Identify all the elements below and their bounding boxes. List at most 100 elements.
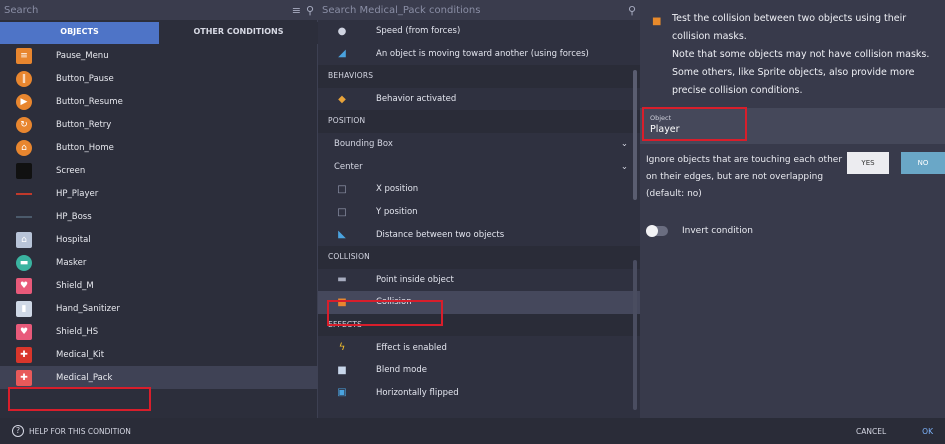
hospital-icon: ⌂ — [16, 231, 32, 248]
yes-button[interactable]: YES — [847, 152, 889, 174]
x-position-icon: □ — [337, 183, 347, 195]
kit-icon: ✚ — [16, 346, 32, 363]
condition-item[interactable]: □ Y position — [318, 201, 640, 224]
object-item-label: Hospital — [56, 234, 91, 245]
help-link[interactable]: ? HELP FOR THIS CONDITION — [0, 425, 856, 437]
object-item-label: Shield_HS — [56, 326, 99, 337]
condition-item[interactable]: ◣ Distance between two objects — [318, 223, 640, 246]
condition-item[interactable]: ▣ Horizontally flipped — [318, 382, 640, 405]
condition-item[interactable]: ◆ Behavior activated — [318, 88, 640, 111]
objects-panel: Search ≡ ⚲ OBJECTS OTHER CONDITIONS ≡ Pau… — [0, 0, 318, 418]
play-icon: ▶ — [16, 93, 32, 110]
condition-item[interactable]: ■ Blend mode — [318, 359, 640, 382]
ignore-edges-label: Ignore objects that are touching each ot… — [646, 155, 843, 199]
object-item-label: Pause_Menu — [56, 50, 109, 61]
behavior-icon: ◆ — [338, 93, 346, 105]
chevron-down-icon[interactable]: ⌄ — [621, 139, 628, 149]
object-item-label: Masker — [56, 257, 87, 268]
condition-group-label: Bounding Box — [334, 139, 393, 150]
pause-icon: ‖ — [16, 70, 32, 87]
tab-objects[interactable]: OBJECTS — [0, 22, 159, 44]
condition-item[interactable]: ϟ Effect is enabled — [318, 336, 640, 359]
mask-icon: ▬ — [16, 254, 32, 271]
invert-condition[interactable]: Invert condition — [646, 225, 753, 237]
shield-icon: ♥ — [16, 277, 32, 294]
conditions-search-bar[interactable]: Search Medical_Pack conditions ⚲ — [318, 0, 640, 20]
object-item[interactable]: HP_Boss — [0, 205, 318, 228]
object-item[interactable]: ▬ Masker — [0, 251, 318, 274]
condition-item[interactable]: □ X position — [318, 178, 640, 201]
condition-group-label: Center — [334, 161, 363, 172]
y-position-icon: □ — [337, 206, 347, 218]
objects-list: ≡ Pause_Menu ‖ Button_Pause ▶ Button_Resume ↻ B… — [0, 44, 318, 389]
object-item-label: Button_Resume — [56, 96, 123, 107]
pack-icon: ✚ — [16, 369, 32, 386]
no-button[interactable]: NO — [901, 152, 945, 174]
object-field[interactable]: Object Player — [640, 108, 945, 144]
object-item-label: Medical_Kit — [56, 349, 105, 360]
flip-icon: ▣ — [337, 387, 347, 399]
ignore-edges-toggle: YES NO — [847, 152, 945, 174]
object-item[interactable]: ♥ Shield_M — [0, 274, 318, 297]
condition-item[interactable]: ◢ An object is moving toward another (usi… — [318, 43, 640, 66]
search-icon[interactable]: ⚲ — [628, 4, 636, 17]
conditions-list: ● Speed (from forces) ◢ An object is moving… — [318, 20, 640, 404]
object-item[interactable]: ▮ Hand_Sanitizer — [0, 297, 318, 320]
object-item[interactable]: ↻ Button_Retry — [0, 113, 318, 136]
object-field-label: Object — [650, 114, 672, 122]
object-item[interactable]: ♥ Shield_HS — [0, 320, 318, 343]
speed-icon: ● — [337, 25, 347, 37]
retry-icon: ↻ — [16, 116, 32, 133]
invert-toggle[interactable] — [646, 225, 668, 237]
distance-icon: ◣ — [338, 229, 346, 241]
condition-description: ■ Test the collision between two objects… — [652, 10, 939, 100]
conditions-scrollbar-track — [633, 260, 637, 410]
objects-search-input[interactable]: Search — [4, 5, 38, 16]
object-item[interactable]: ▶ Button_Resume — [0, 90, 318, 113]
chevron-down-icon[interactable]: ⌄ — [621, 162, 628, 172]
description-text: Test the collision between two objects u… — [671, 13, 930, 96]
objects-search-bar[interactable]: Search ≡ ⚲ — [0, 0, 318, 20]
tab-other-conditions[interactable]: OTHER CONDITIONS — [159, 22, 318, 44]
conditions-search-input[interactable]: Search Medical_Pack conditions — [322, 5, 480, 16]
ok-button[interactable]: OK — [922, 427, 933, 436]
object-item-label: Button_Pause — [56, 73, 114, 84]
condition-group[interactable]: Bounding Box ⌄ — [318, 133, 640, 156]
section-header: BEHAVIORS — [318, 65, 640, 88]
condition-item-label: Blend mode — [376, 365, 428, 376]
object-item[interactable]: HP_Player — [0, 182, 318, 205]
object-item-label: Medical_Pack — [56, 372, 113, 383]
filter-icon[interactable]: ≡ — [292, 4, 301, 17]
condition-details-panel: ■ Test the collision between two objects… — [640, 0, 945, 418]
condition-item[interactable]: ■ Collision — [318, 291, 640, 314]
condition-item-label: Speed (from forces) — [376, 26, 461, 37]
object-item[interactable]: ≡ Pause_Menu — [0, 44, 318, 67]
object-item-label: Hand_Sanitizer — [56, 303, 120, 314]
conditions-scrollbar[interactable] — [633, 70, 637, 200]
condition-item-label: Collision — [376, 297, 412, 308]
menu-icon: ≡ — [16, 47, 32, 64]
object-item[interactable]: ⌂ Hospital — [0, 228, 318, 251]
condition-item[interactable]: ▬ Point inside object — [318, 269, 640, 292]
object-item[interactable]: ‖ Button_Pause — [0, 67, 318, 90]
condition-item-label: An object is moving toward another (usin… — [376, 48, 589, 59]
object-field-value[interactable]: Player — [650, 124, 935, 135]
condition-item-label: Effect is enabled — [376, 342, 447, 353]
section-header: EFFECTS — [318, 313, 640, 337]
section-header: COLLISION — [318, 245, 640, 269]
objects-tabs: OBJECTS OTHER CONDITIONS — [0, 22, 318, 44]
section-header: POSITION — [318, 110, 640, 133]
condition-item-label: X position — [376, 184, 419, 195]
condition-group[interactable]: Center ⌄ — [318, 156, 640, 179]
condition-item[interactable]: ● Speed (from forces) — [318, 20, 640, 43]
conditions-panel: Search Medical_Pack conditions ⚲ ● Speed … — [318, 0, 640, 418]
object-item[interactable]: Screen — [0, 159, 318, 182]
help-label[interactable]: HELP FOR THIS CONDITION — [29, 427, 131, 436]
cancel-button[interactable]: CANCEL — [856, 427, 886, 436]
object-item[interactable]: ⌂ Button_Home — [0, 136, 318, 159]
help-icon: ? — [12, 425, 24, 437]
object-item[interactable]: ✚ Medical_Pack — [0, 366, 318, 389]
search-icon[interactable]: ⚲ — [306, 4, 314, 17]
object-item[interactable]: ✚ Medical_Kit — [0, 343, 318, 366]
object-item-label: Button_Retry — [56, 119, 112, 130]
